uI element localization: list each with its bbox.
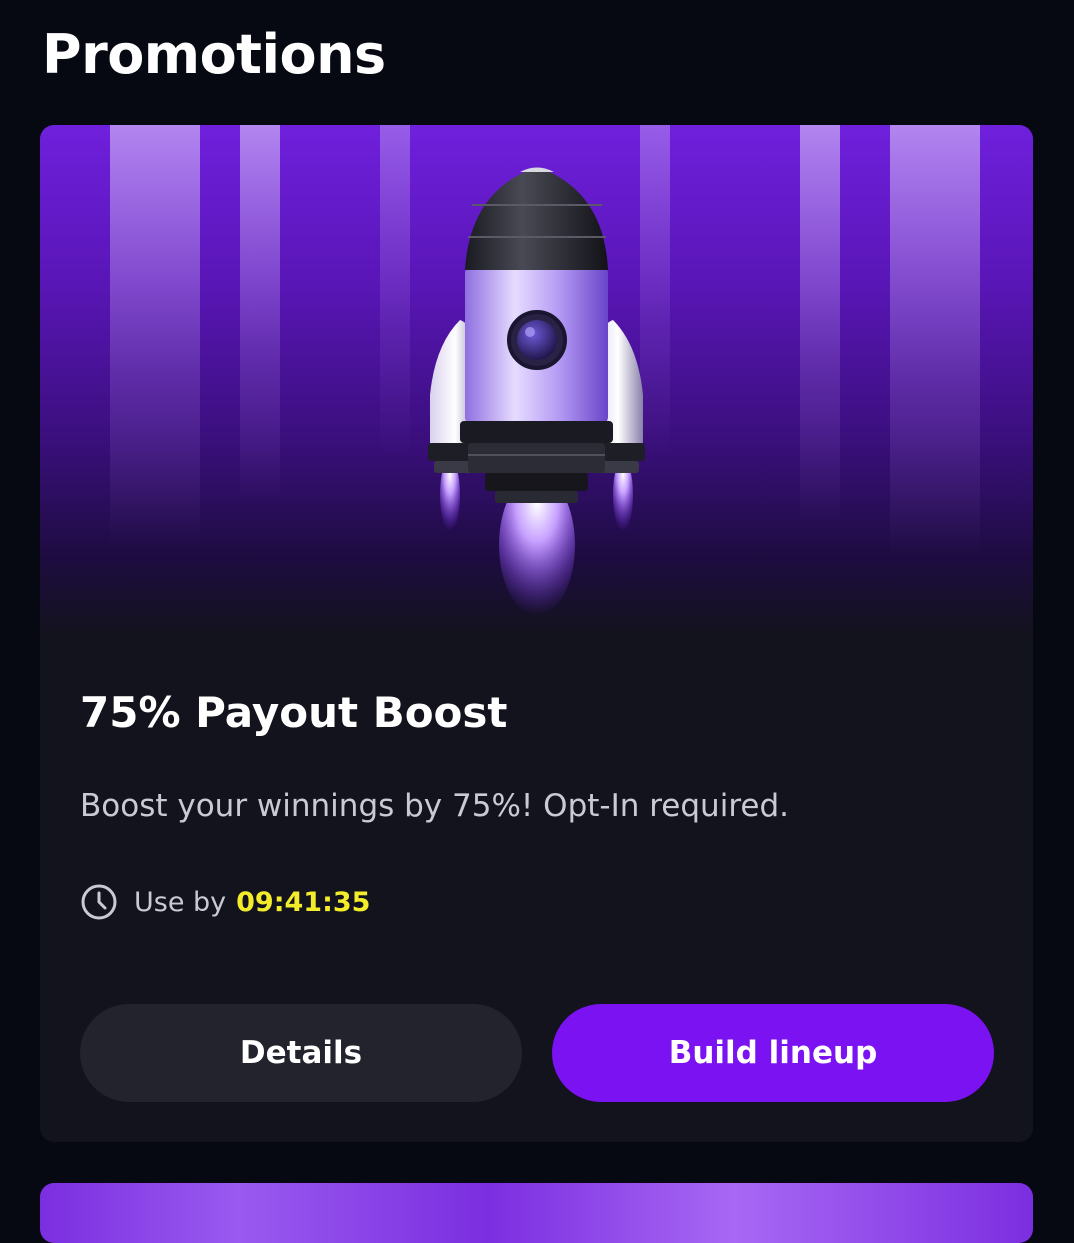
next-promo-card[interactable]: [40, 1183, 1033, 1243]
details-button[interactable]: Details: [80, 1004, 522, 1102]
page-title: Promotions: [42, 23, 386, 86]
promo-title: 75% Payout Boost: [80, 688, 508, 737]
promo-deadline: Use by 09:41:35: [80, 880, 370, 924]
promo-card[interactable]: 75% Payout Boost Boost your winnings by …: [40, 125, 1033, 1142]
build-lineup-button[interactable]: Build lineup: [552, 1004, 994, 1102]
clock-icon: [81, 884, 117, 920]
promo-description: Boost your winnings by 75%! Opt-In requi…: [80, 788, 789, 824]
promo-hero-image: [40, 125, 1033, 635]
deadline-label: Use by: [134, 886, 227, 918]
rocket-illustration: [110, 125, 980, 615]
countdown-timer: 09:41:35: [236, 886, 371, 918]
